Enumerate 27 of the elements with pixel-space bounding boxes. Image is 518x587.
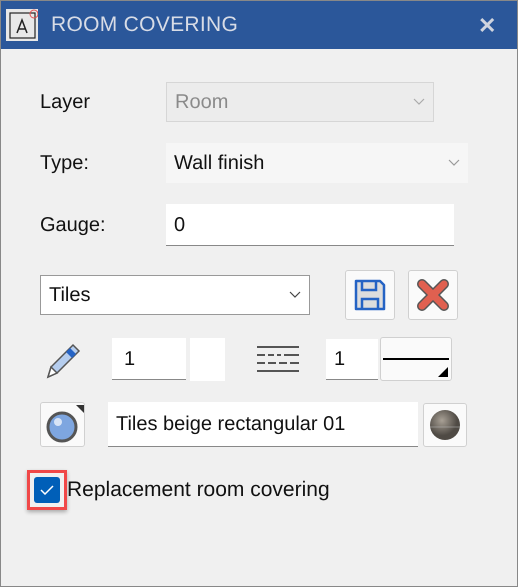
thickness-field[interactable]: 1: [112, 338, 186, 380]
close-button[interactable]: ✕: [478, 8, 496, 42]
chevron-icon: [289, 291, 301, 299]
covering-dropdown[interactable]: Tiles: [40, 275, 310, 315]
material-preview-button[interactable]: [423, 402, 467, 446]
chevron-icon: [448, 159, 460, 167]
input-field[interactable]: 0: [166, 204, 454, 246]
material-name-field[interactable]: Tiles beige rectangular 01: [108, 402, 418, 447]
field-label: Layer: [40, 90, 92, 115]
checkbox[interactable]: [34, 477, 60, 503]
dropdown[interactable]: Wall finish: [166, 143, 468, 183]
corner-triangle-icon: [438, 367, 448, 377]
line-type-field[interactable]: 1: [326, 338, 378, 380]
field-label: Type:: [40, 151, 90, 176]
delete-button[interactable]: [408, 270, 458, 320]
window-title: ROOM COVERING: [51, 12, 238, 38]
chevron-icon: [413, 98, 425, 106]
material-button[interactable]: [40, 402, 85, 447]
save-button[interactable]: [345, 270, 395, 320]
app-icon: [6, 9, 38, 41]
sphere-icon: [429, 408, 461, 440]
close-icon: [416, 278, 450, 312]
checkbox-label: Replacement room covering: [67, 477, 330, 504]
line-type-icon: [257, 345, 299, 373]
line-style-button[interactable]: [380, 337, 452, 381]
field-label: Gauge:: [40, 213, 107, 238]
checkmark-icon: [40, 485, 54, 495]
